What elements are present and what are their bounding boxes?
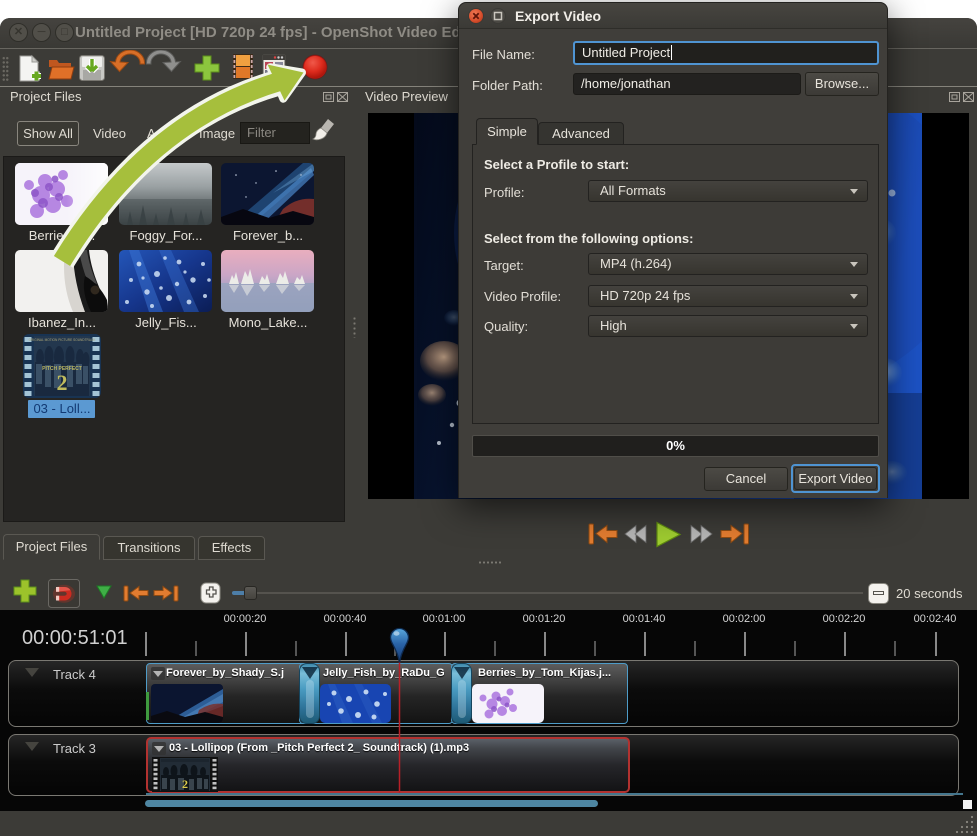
svg-text:2: 2	[182, 777, 188, 791]
